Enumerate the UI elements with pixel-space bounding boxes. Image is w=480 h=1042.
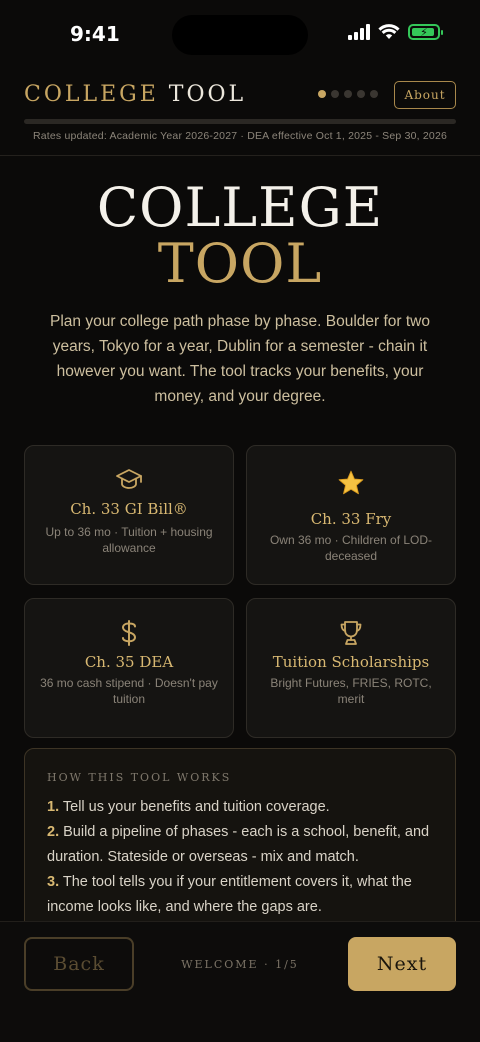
- how-step-2: 2. Build a pipeline of phases - each is …: [47, 824, 430, 865]
- brand-logo[interactable]: COLLEGE TOOL: [24, 82, 246, 107]
- graduation-cap-icon: [25, 468, 233, 492]
- status-bar: 9:41 ⚡: [0, 0, 480, 70]
- status-time: 9:41: [70, 22, 120, 46]
- card-title: Tuition Scholarships: [272, 653, 430, 671]
- benefit-card-scholarships[interactable]: Tuition Scholarships Bright Futures, FRI…: [246, 598, 456, 738]
- rates-updated-text: Rates updated: Academic Year 2026-2027 ·…: [32, 130, 448, 142]
- card-subtitle: Bright Futures, FRIES, ROTC, merit: [270, 676, 432, 706]
- how-it-works-panel: HOW THIS TOOL WORKS 1. Tell us your bene…: [24, 748, 456, 948]
- step-dot-2: [331, 90, 339, 98]
- hero-title-line2: TOOL: [157, 232, 323, 295]
- card-subtitle: Own 36 mo · Children of LOD-deceased: [269, 533, 433, 563]
- hero-description: Plan your college path phase by phase. B…: [50, 313, 430, 405]
- how-step-1: 1. Tell us your benefits and tuition cov…: [47, 799, 330, 815]
- card-title: Ch. 33 GI Bill®: [70, 500, 188, 518]
- how-it-works-steps: 1. Tell us your benefits and tuition cov…: [47, 795, 442, 920]
- card-subtitle: 36 mo cash stipend · Doesn't pay tuition: [40, 676, 218, 706]
- card-title: Ch. 35 DEA: [84, 653, 174, 671]
- footer-nav: Back WELCOME · 1/5 Next: [0, 921, 480, 1042]
- brand-word-college: COLLEGE: [24, 82, 159, 107]
- step-dot-3: [344, 90, 352, 98]
- status-icons: ⚡: [348, 24, 443, 40]
- next-button[interactable]: Next: [348, 937, 456, 991]
- step-dot-4: [357, 90, 365, 98]
- hero-title: COLLEGE TOOL: [0, 180, 480, 292]
- hero-title-line1: COLLEGE: [96, 176, 384, 239]
- benefit-card-dea[interactable]: Ch. 35 DEA 36 mo cash stipend · Doesn't …: [24, 598, 234, 738]
- brand-word-tool: TOOL: [168, 82, 247, 107]
- battery-charging-icon: ⚡: [408, 24, 443, 40]
- benefit-card-gi-bill[interactable]: Ch. 33 GI Bill® Up to 36 mo · Tuition + …: [24, 445, 234, 585]
- benefit-card-fry[interactable]: Ch. 33 Fry Own 36 mo · Children of LOD-d…: [246, 445, 456, 585]
- how-it-works-title: HOW THIS TOOL WORKS: [47, 771, 232, 784]
- signal-icon: [348, 24, 370, 40]
- step-dot-5: [370, 90, 378, 98]
- dollar-icon: [25, 619, 233, 647]
- app-header: COLLEGE TOOL About Rates updated: Academ…: [0, 70, 480, 156]
- step-indicator: WELCOME · 1/5: [181, 958, 299, 971]
- step-dots: [318, 90, 378, 98]
- back-button[interactable]: Back: [24, 937, 134, 991]
- how-step-3: 3. The tool tells you if your entitlemen…: [47, 874, 412, 915]
- card-title: Ch. 33 Fry: [310, 510, 392, 528]
- trophy-icon: [247, 619, 455, 647]
- dynamic-island: [172, 15, 308, 55]
- wifi-icon: [378, 24, 400, 39]
- step-dot-1: [318, 90, 326, 98]
- star-icon: [247, 470, 455, 496]
- about-button[interactable]: About: [394, 81, 456, 109]
- progress-track: [24, 119, 456, 124]
- card-subtitle: Up to 36 mo · Tuition + housing allowanc…: [45, 525, 213, 555]
